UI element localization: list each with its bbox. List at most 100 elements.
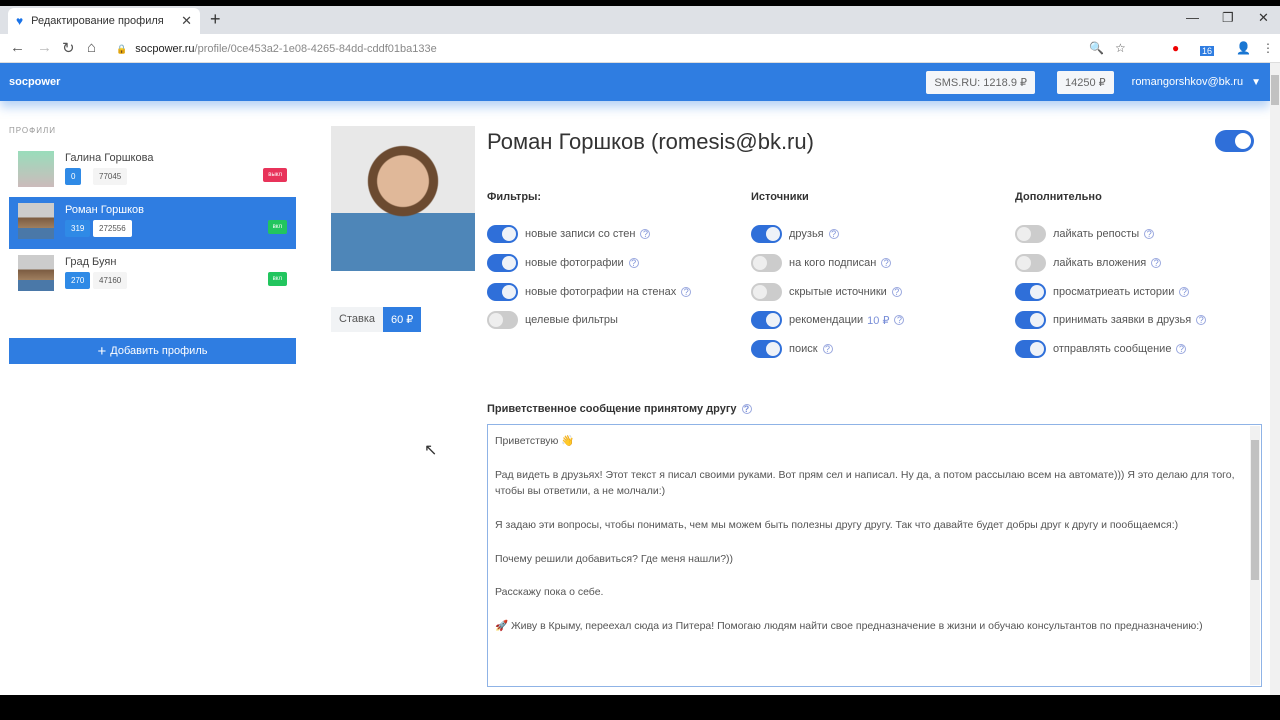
restore-button[interactable]: ❐ — [1222, 10, 1234, 26]
extension-badge[interactable]: 16 — [1200, 46, 1215, 56]
setting-toggle[interactable] — [1015, 254, 1046, 273]
setting-toggle[interactable] — [487, 225, 518, 244]
help-icon[interactable]: ? — [1176, 344, 1187, 355]
profile-friends-count: 272556 — [93, 220, 132, 237]
back-icon[interactable]: ← — [10, 39, 25, 56]
setting-label: на кого подписан — [789, 257, 877, 270]
status-badge[interactable]: вкл — [267, 272, 287, 286]
help-icon[interactable]: ? — [1144, 229, 1155, 240]
profile-count-badge: 319 — [65, 220, 91, 237]
setting-toggle[interactable] — [1015, 311, 1046, 330]
profile-friends-count: 77045 — [93, 168, 128, 185]
setting-row: отправлять сообщение? — [1015, 335, 1206, 364]
url-path: /profile/0ce453a2-1e08-4265-84dd-cddf01b… — [194, 43, 437, 55]
help-icon[interactable]: ? — [822, 344, 833, 355]
message-label: Приветственное сообщение принятому другу… — [487, 403, 752, 415]
home-icon[interactable]: ⌂ — [87, 39, 96, 56]
setting-row: просматриеать истории? — [1015, 277, 1206, 306]
setting-row: лайкать репосты? — [1015, 220, 1206, 249]
welcome-message-textarea[interactable]: Приветствую 👋 Рад видеть в друзьях! Этот… — [487, 424, 1262, 687]
chevron-down-icon[interactable]: ▼ — [1251, 77, 1261, 88]
sidebar-profile-item[interactable]: Галина Горшкова 0 77045 выкл — [9, 145, 296, 197]
star-icon[interactable]: ☆ — [1115, 41, 1126, 55]
new-tab-button[interactable]: + — [210, 9, 221, 30]
setting-toggle[interactable] — [751, 225, 782, 244]
app-header: socpower SMS.RU: 1218.9 ₽ 14250 ₽ romang… — [0, 63, 1270, 101]
setting-row: рекомендации 10 ₽? — [751, 306, 905, 335]
help-icon[interactable]: ? — [640, 229, 651, 240]
profile-avatar-icon[interactable]: 👤 — [1236, 41, 1251, 55]
help-icon[interactable]: ? — [828, 229, 839, 240]
setting-row: целевые фильтры — [487, 306, 691, 335]
setting-row: новые фотографии? — [487, 249, 691, 278]
setting-label: новые фотографии — [525, 257, 624, 270]
help-icon[interactable]: ? — [1179, 286, 1190, 297]
minimize-button[interactable]: — — [1186, 10, 1199, 25]
mouse-cursor-icon: ↖ — [424, 442, 438, 459]
status-badge[interactable]: выкл — [263, 168, 287, 182]
setting-toggle[interactable] — [487, 254, 518, 273]
tab-title: Редактирование профиля — [31, 15, 164, 27]
profile-name: Град Буян — [65, 256, 117, 268]
close-window-button[interactable]: ✕ — [1258, 10, 1269, 26]
textarea-scrollbar[interactable] — [1250, 426, 1260, 685]
app: socpower SMS.RU: 1218.9 ₽ 14250 ₽ romang… — [0, 63, 1270, 695]
help-icon[interactable]: ? — [891, 286, 902, 297]
help-icon[interactable]: ? — [1196, 315, 1207, 326]
setting-toggle[interactable] — [487, 311, 518, 330]
help-icon[interactable]: ? — [741, 404, 752, 414]
browser-tab[interactable]: ♥ Редактирование профиля ✕ — [8, 8, 200, 34]
sidebar-profile-item[interactable]: Град Буян 270 47160 вкл — [9, 249, 296, 301]
setting-row: новые фотографии на стенах? — [487, 277, 692, 306]
status-badge[interactable]: вкл — [267, 220, 287, 234]
user-menu[interactable]: romangorshkov@bk.ru — [1132, 76, 1243, 88]
close-tab-icon[interactable]: ✕ — [181, 13, 192, 29]
url-host: socpower.ru — [135, 43, 195, 55]
setting-toggle[interactable] — [487, 282, 518, 301]
setting-toggle[interactable] — [751, 254, 782, 273]
setting-row: на кого подписан? — [751, 249, 904, 278]
page-scrollbar[interactable] — [1270, 63, 1280, 695]
settings-column: Источники друзья? на кого подписан? скрытые… — [751, 191, 905, 363]
sms-balance: SMS.RU: 1218.9 ₽ — [926, 70, 1035, 94]
message-label-text: Приветственное сообщение принятому другу — [487, 403, 737, 415]
setting-toggle[interactable] — [1015, 225, 1046, 244]
settings-column: Дополнительно лайкать репосты? лайкать вло… — [1015, 191, 1207, 364]
avatar — [18, 255, 54, 291]
sidebar-profile-item[interactable]: Роман Горшков 319 272556 вкл — [9, 197, 296, 249]
profile-count-badge: 0 — [65, 168, 82, 185]
rate-control: Ставка 60 ₽ — [331, 307, 422, 332]
profile-enabled-toggle[interactable] — [1215, 130, 1254, 152]
reload-icon[interactable]: ↻ — [62, 39, 75, 57]
url-field[interactable]: 🔒 socpower.ru/profile/0ce453a2-1e08-4265-… — [116, 38, 1076, 60]
profile-count-badge: 270 — [65, 272, 91, 289]
profile-name: Галина Горшкова — [65, 152, 154, 164]
help-icon[interactable]: ? — [881, 258, 892, 269]
profile-name: Роман Горшков — [65, 204, 144, 216]
setting-label: лайкать вложения — [1053, 257, 1147, 270]
extension-icon[interactable]: ● — [1172, 41, 1179, 55]
forward-icon[interactable]: → — [37, 39, 52, 56]
help-icon[interactable]: ? — [628, 258, 639, 269]
rate-value[interactable]: 60 ₽ — [383, 307, 422, 332]
zoom-icon[interactable]: 🔍 — [1089, 41, 1104, 55]
setting-row: лайкать вложения? — [1015, 249, 1206, 278]
sidebar-label: ПРОФИЛИ — [9, 126, 56, 135]
setting-toggle[interactable] — [1015, 340, 1046, 359]
logo[interactable]: socpower — [9, 76, 60, 88]
setting-toggle[interactable] — [1015, 282, 1046, 301]
setting-label: поиск — [789, 343, 818, 356]
help-icon[interactable]: ? — [1151, 258, 1162, 269]
page-title: Роман Горшков (romesis@bk.ru) — [487, 129, 814, 154]
setting-toggle[interactable] — [751, 311, 782, 330]
setting-label: скрытые источники — [789, 285, 887, 298]
menu-icon[interactable]: ⋮ — [1262, 41, 1274, 55]
setting-toggle[interactable] — [751, 340, 782, 359]
setting-label: друзья — [789, 228, 824, 241]
settings-column: Фильтры: новые записи со стен? новые фотог… — [487, 191, 692, 335]
setting-label: новые записи со стен — [525, 228, 636, 241]
help-icon[interactable]: ? — [894, 315, 905, 326]
setting-toggle[interactable] — [751, 282, 782, 301]
help-icon[interactable]: ? — [681, 286, 692, 297]
add-profile-button[interactable]: + Добавить профиль — [9, 338, 296, 364]
